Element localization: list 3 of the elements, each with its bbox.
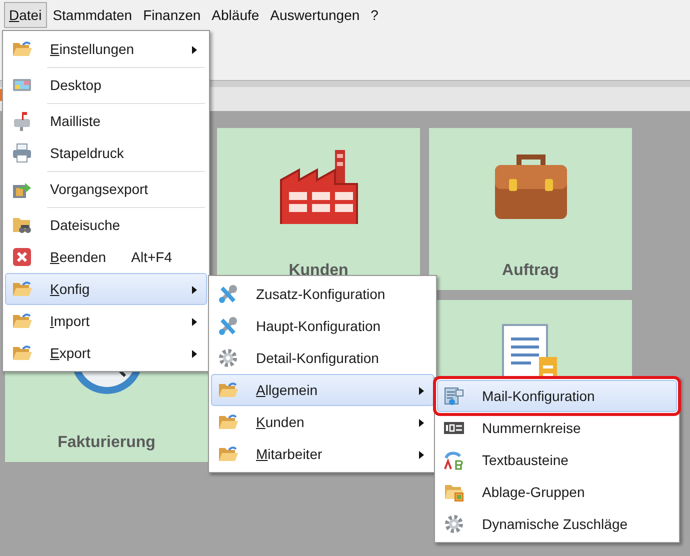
tile-label: Auftrag	[502, 262, 559, 280]
tile-label: Kunden	[288, 262, 348, 280]
tile-label: Fakturierung	[58, 434, 156, 452]
